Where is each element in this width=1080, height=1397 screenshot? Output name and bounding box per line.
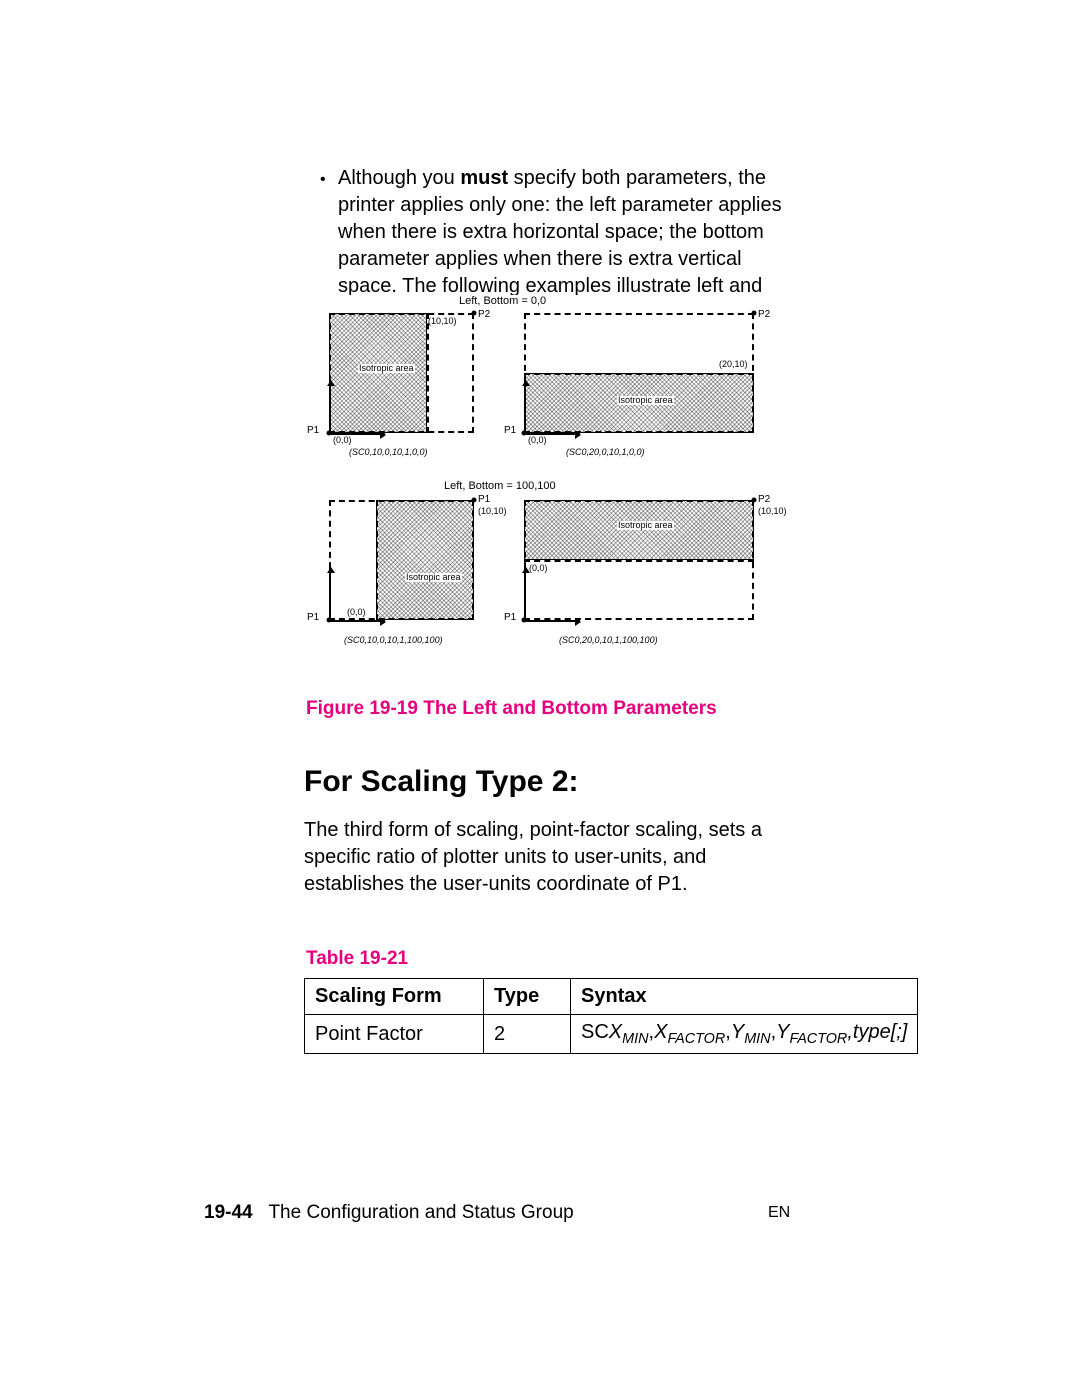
scaling-table: Scaling Form Type Syntax Point Factor 2 … xyxy=(304,978,918,1054)
panel-d-axis-y xyxy=(524,568,526,620)
bullet-must: must xyxy=(460,167,508,189)
syntax-x1: X xyxy=(609,1021,622,1043)
figure-top-caption: Left, Bottom = 0,0 xyxy=(459,295,546,307)
panel-d: Isotropic area P2 (10,10) (0,0) xyxy=(524,500,754,620)
td-syntax: SCXMIN,XFACTOR,YMIN,YFACTOR,type[;] xyxy=(571,1015,918,1054)
panel-c-p1label: P1 xyxy=(478,494,490,505)
bullet-lead: Although you xyxy=(338,167,460,189)
section-heading: For Scaling Type 2: xyxy=(304,765,579,799)
panel-d-p1: P1 xyxy=(504,612,516,623)
panel-a-axis-y xyxy=(329,381,331,433)
panel-b-iso-label: Isotropic area xyxy=(617,396,674,405)
panel-d-sc: (SC0,20,0,10,1,100,100) xyxy=(559,635,658,645)
syntax-min1: MIN xyxy=(622,1031,648,1047)
panel-c-origin: (0,0) xyxy=(347,607,366,617)
panel-b-axis-y xyxy=(524,381,526,433)
syntax-x2: X xyxy=(654,1021,667,1043)
panel-b-axis-x xyxy=(524,433,580,435)
panel-b-dash xyxy=(524,373,754,375)
syntax-min2: MIN xyxy=(744,1031,770,1047)
panel-a-p2: P2 xyxy=(478,309,490,320)
panel-d-axis-x xyxy=(524,620,580,622)
page-number: 19-44 xyxy=(204,1202,253,1223)
table-header-row: Scaling Form Type Syntax xyxy=(305,979,918,1015)
footer-title: The Configuration and Status Group xyxy=(268,1202,573,1223)
panel-c-c1010: (10,10) xyxy=(478,506,507,516)
panel-a-dash xyxy=(427,313,429,433)
th-type: Type xyxy=(484,979,571,1015)
panel-d-origin: (0,0) xyxy=(529,563,548,573)
syntax-factor2: FACTOR xyxy=(789,1031,847,1047)
syntax-prefix: SC xyxy=(581,1021,609,1043)
footer-right: EN xyxy=(768,1204,790,1222)
th-form: Scaling Form xyxy=(305,979,484,1015)
panel-b-p1: P1 xyxy=(504,425,516,436)
panel-a-p2-dot xyxy=(472,311,477,316)
syntax-y1: Y xyxy=(731,1021,744,1043)
table-caption: Table 19-21 xyxy=(306,948,408,970)
panel-c-p2mark-dot xyxy=(472,498,477,503)
syntax-y2: Y xyxy=(776,1021,789,1043)
panel-b-p2-dot xyxy=(752,311,757,316)
panel-d-dash xyxy=(524,560,754,562)
panel-c: Isotropic area P1 (10,10) (0,0) xyxy=(329,500,474,620)
panel-a-sc: (SC0,10,0,10,1,0,0) xyxy=(349,447,428,457)
panel-c-iso-label: Isotropic area xyxy=(405,573,462,582)
panel-d-iso-label: Isotropic area xyxy=(617,521,674,530)
panel-c-iso-area: Isotropic area xyxy=(376,500,474,620)
table-row: Point Factor 2 SCXMIN,XFACTOR,YMIN,YFACT… xyxy=(305,1015,918,1054)
panel-a-axis-x xyxy=(329,433,385,435)
th-syntax: Syntax xyxy=(571,979,918,1015)
figure-caption: Figure 19-19 The Left and Bottom Paramet… xyxy=(306,698,717,720)
panel-c-p1b: P1 xyxy=(307,612,319,623)
footer-left: 19-44 The Configuration and Status Group xyxy=(204,1202,574,1224)
td-type: 2 xyxy=(484,1015,571,1054)
panel-c-axis-x xyxy=(329,620,385,622)
panel-b-sc: (SC0,20,0,10,1,0,0) xyxy=(566,447,645,457)
panel-a-c1010: (10,10) xyxy=(428,316,457,326)
panel-c-sc: (SC0,10,0,10,1,100,100) xyxy=(344,635,443,645)
syntax-factor1: FACTOR xyxy=(667,1031,725,1047)
panel-c-dash xyxy=(376,500,378,620)
panel-a-iso-area: Isotropic area xyxy=(329,313,427,433)
panel-d-iso-area: Isotropic area xyxy=(524,500,754,560)
panel-b-p2: P2 xyxy=(758,309,770,320)
page: • Although you must specify both paramet… xyxy=(0,0,1080,1397)
figure-left-bottom: Left, Bottom = 0,0 Isotropic area P2 (10… xyxy=(304,295,794,685)
panel-b-origin: (0,0) xyxy=(528,435,547,445)
panel-a: Isotropic area P2 (10,10) (0,0) xyxy=(329,313,474,433)
panel-d-p2-dot xyxy=(752,498,757,503)
bullet-icon: • xyxy=(320,169,326,191)
panel-c-axis-y xyxy=(329,568,331,620)
panel-a-origin: (0,0) xyxy=(333,435,352,445)
syntax-tail: ,type[;] xyxy=(847,1021,907,1043)
section-paragraph: The third form of scaling, point-factor … xyxy=(304,817,790,898)
td-form: Point Factor xyxy=(305,1015,484,1054)
panel-d-c1010: (10,10) xyxy=(758,506,787,516)
panel-d-p2: P2 xyxy=(758,494,770,505)
panel-b-iso-area: Isotropic area xyxy=(524,373,754,433)
panel-b-c2010: (20,10) xyxy=(719,359,748,369)
panel-a-iso-label: Isotropic area xyxy=(358,364,415,373)
panel-a-p1: P1 xyxy=(307,425,319,436)
figure-mid-caption: Left, Bottom = 100,100 xyxy=(444,480,556,492)
panel-b: Isotropic area P2 (20,10) (0,0) xyxy=(524,313,754,433)
